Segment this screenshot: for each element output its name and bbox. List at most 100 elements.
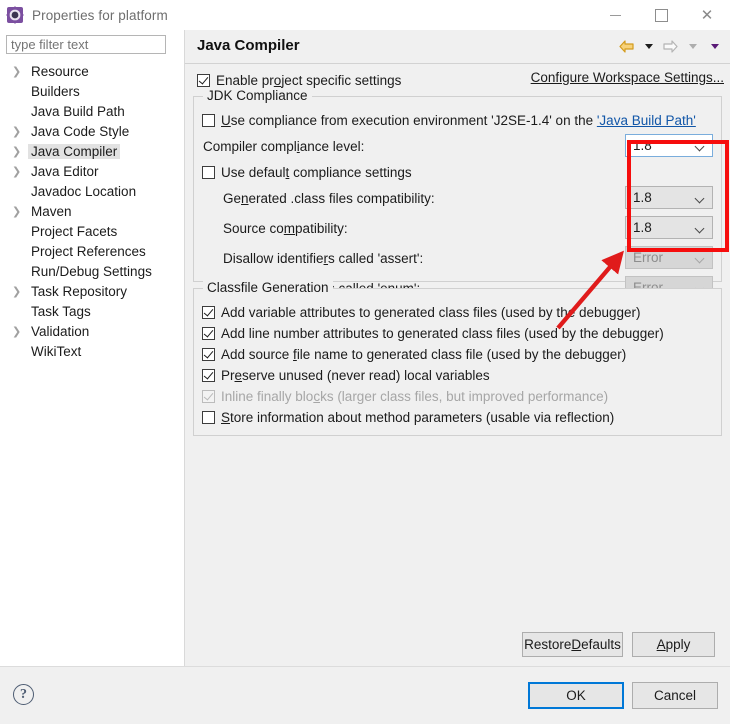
disallow-assert-label: Disallow identifiers called 'assert': <box>223 251 424 266</box>
sidebar-item-label: Resource <box>31 63 89 79</box>
window-title: Properties for platform <box>32 7 168 23</box>
sidebar-item-label: Task Repository <box>31 283 128 299</box>
sidebar-item-label: Run/Debug Settings <box>31 263 152 279</box>
sidebar-item-label: Java Build Path <box>31 103 125 119</box>
page-title: Java Compiler <box>197 37 300 54</box>
classfile-option-label: Preserve unused (never read) local varia… <box>221 367 490 383</box>
settings-navigation-pane: ❯ResourceBuildersJava Build Path❯Java Co… <box>0 30 185 666</box>
compiler-compliance-level-dropdown[interactable]: 1.8 <box>625 134 713 157</box>
classfile-generation-legend: Classfile Generation <box>203 280 333 295</box>
classfile-option-checkbox[interactable] <box>202 368 215 382</box>
back-dropdown-icon[interactable] <box>639 36 658 56</box>
restore-defaults-button[interactable]: Restore Defaults <box>522 632 623 657</box>
sidebar-item-resource[interactable]: ❯ Resource <box>0 61 183 81</box>
sidebar-item-wikitext[interactable]: WikiText <box>0 341 183 361</box>
chevron-right-icon[interactable]: ❯ <box>12 206 28 217</box>
disallow-assert-dropdown: Error <box>625 246 713 269</box>
dialog-footer: ? OK Cancel <box>0 666 730 724</box>
sidebar-item-java-build-path[interactable]: Java Build Path <box>0 101 183 121</box>
help-icon[interactable]: ? <box>13 684 34 705</box>
source-compatibility-dropdown[interactable]: 1.8 <box>625 216 713 239</box>
use-execution-environment-row[interactable]: Use compliance from execution environmen… <box>202 111 696 129</box>
ok-button[interactable]: OK <box>528 682 624 709</box>
filter-input[interactable] <box>6 35 166 54</box>
source-compatibility-value: 1.8 <box>633 220 652 235</box>
sidebar-item-label: Java Compiler <box>28 143 121 159</box>
chevron-down-icon <box>696 255 704 263</box>
settings-page-pane: Java Compiler Enable project specific se… <box>185 30 730 666</box>
classfile-option-row[interactable]: Add variable attributes to generated cla… <box>202 303 641 321</box>
view-menu-icon[interactable] <box>705 36 724 56</box>
page-header: Java Compiler <box>185 30 730 64</box>
sidebar-item-javadoc-location[interactable]: Javadoc Location <box>0 181 183 201</box>
classfile-option-row[interactable]: Store information about method parameter… <box>202 408 614 426</box>
chevron-right-icon[interactable]: ❯ <box>12 326 28 337</box>
sidebar-item-label: Project Facets <box>31 223 118 239</box>
page-nav-tools <box>617 36 724 56</box>
java-build-path-link[interactable]: 'Java Build Path' <box>597 113 696 128</box>
classfile-option-row[interactable]: Preserve unused (never read) local varia… <box>202 366 490 384</box>
sidebar-item-maven[interactable]: ❯ Maven <box>0 201 183 221</box>
sidebar-item-project-references[interactable]: Project References <box>0 241 183 261</box>
sidebar-item-label: Project References <box>31 243 146 259</box>
chevron-right-icon[interactable]: ❯ <box>12 126 28 137</box>
sidebar-item-label: Maven <box>31 203 72 219</box>
sidebar-item-label: Java Code Style <box>31 123 130 139</box>
use-execution-environment-checkbox[interactable] <box>202 113 215 127</box>
classfile-option-row[interactable]: Add line number attributes to generated … <box>202 324 664 342</box>
classfile-option-label: Add variable attributes to generated cla… <box>221 304 641 320</box>
enable-project-specific-settings-checkbox[interactable] <box>197 73 210 87</box>
configure-workspace-settings-link[interactable]: Configure Workspace Settings... <box>531 70 724 85</box>
back-arrow-icon[interactable] <box>617 36 636 56</box>
classfile-option-row: Inline finally blocks (larger class file… <box>202 387 608 405</box>
forward-dropdown-icon[interactable] <box>683 36 702 56</box>
classfile-option-checkbox[interactable] <box>202 347 215 361</box>
generated-class-files-compatibility-label: Generated .class files compatibility: <box>223 191 435 206</box>
chevron-right-icon[interactable]: ❯ <box>12 286 28 297</box>
chevron-right-icon[interactable]: ❯ <box>12 166 28 177</box>
settings-tree[interactable]: ❯ Resource Builders Java Build Path ❯ Java Co… <box>0 61 183 661</box>
sidebar-item-java-code-style[interactable]: ❯ Java Code Style <box>0 121 183 141</box>
use-default-compliance-checkbox[interactable] <box>202 165 215 179</box>
sidebar-item-project-facets[interactable]: Project Facets <box>0 221 183 241</box>
minimize-icon[interactable] <box>592 0 638 30</box>
classfile-option-label: Inline finally blocks (larger class file… <box>221 388 609 404</box>
maximize-icon[interactable] <box>638 0 684 30</box>
sidebar-item-java-compiler[interactable]: ❯ Java Compiler <box>0 141 183 161</box>
sidebar-item-builders[interactable]: Builders <box>0 81 183 101</box>
sidebar-item-task-repository[interactable]: ❯ Task Repository <box>0 281 183 301</box>
sidebar-item-java-editor[interactable]: ❯ Java Editor <box>0 161 183 181</box>
page-content: Enable project specific settings Configu… <box>185 64 730 666</box>
chevron-right-icon[interactable]: ❯ <box>12 146 28 157</box>
sidebar-item-label: Builders <box>31 83 80 99</box>
source-compatibility-label: Source compatibility: <box>223 221 348 236</box>
jdk-compliance-group: JDK Compliance Use compliance from execu… <box>193 88 722 299</box>
classfile-option-label: Add line number attributes to generated … <box>221 325 664 341</box>
cancel-button[interactable]: Cancel <box>632 682 718 709</box>
classfile-option-label: Add source file name to generated class … <box>221 346 627 362</box>
classfile-option-checkbox[interactable] <box>202 410 215 424</box>
sidebar-item-run-debug-settings[interactable]: Run/Debug Settings <box>0 261 183 281</box>
forward-arrow-icon[interactable] <box>661 36 680 56</box>
enable-project-specific-settings-label: Enable project specific settings <box>216 72 402 88</box>
classfile-option-checkbox[interactable] <box>202 326 215 340</box>
classfile-option-checkbox[interactable] <box>202 305 215 319</box>
chevron-down-icon <box>696 225 704 233</box>
sidebar-item-task-tags[interactable]: Task Tags <box>0 301 183 321</box>
use-default-compliance-row[interactable]: Use default compliance settings <box>202 163 412 181</box>
generated-class-files-compatibility-dropdown[interactable]: 1.8 <box>625 186 713 209</box>
generated-class-files-compatibility-value: 1.8 <box>633 190 652 205</box>
apply-button[interactable]: Apply <box>632 632 715 657</box>
compiler-compliance-level-value: 1.8 <box>633 138 652 153</box>
close-icon[interactable]: ✕ <box>684 0 730 30</box>
chevron-right-icon[interactable]: ❯ <box>12 66 28 77</box>
sidebar-item-label: Task Tags <box>31 303 91 319</box>
classfile-generation-group: Classfile Generation Add variable attrib… <box>193 280 722 436</box>
sidebar-item-label: Java Editor <box>31 163 99 179</box>
classfile-option-row[interactable]: Add source file name to generated class … <box>202 345 626 363</box>
use-execution-environment-label: Use compliance from execution environmen… <box>221 112 696 128</box>
window-titlebar: Properties for platform ✕ <box>0 0 730 30</box>
dialog-body: ❯ResourceBuildersJava Build Path❯Java Co… <box>0 30 730 666</box>
sidebar-item-validation[interactable]: ❯ Validation <box>0 321 183 341</box>
disallow-assert-value: Error <box>633 250 663 265</box>
